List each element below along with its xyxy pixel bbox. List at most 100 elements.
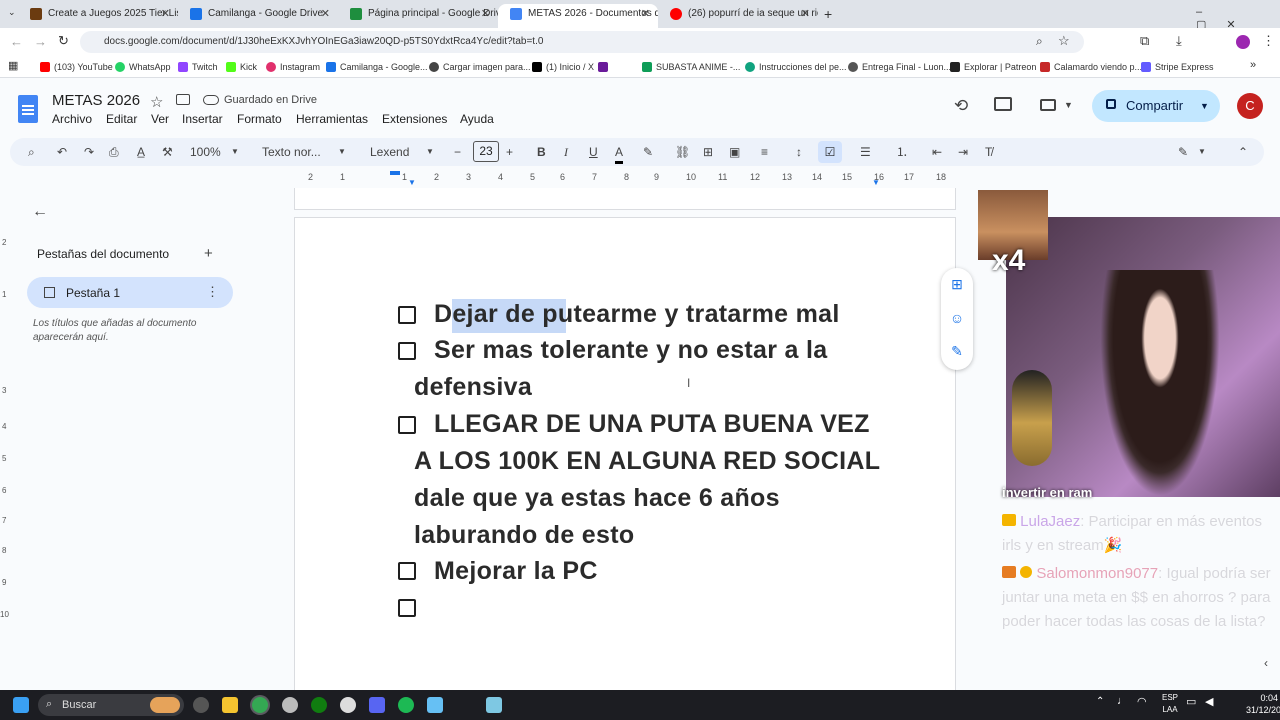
taskbar-app-icon[interactable] — [193, 697, 209, 713]
bullet-list-icon[interactable]: ☰ — [860, 143, 871, 161]
checklist-icon[interactable]: ☑ — [818, 141, 842, 163]
url-field[interactable]: docs.google.com/document/d/1J30heExKXJvh… — [80, 31, 1084, 53]
horizontal-ruler[interactable]: 2 1 1 2 3 4 5 6 7 8 9 10 11 12 13 14 15 … — [294, 171, 956, 188]
bookmark-kick[interactable]: Kick — [226, 59, 257, 75]
bookmark-x[interactable]: (1) Inicio / X — [532, 59, 594, 75]
close-tab-icon[interactable]: ✕ — [481, 4, 490, 24]
tab-drive-home[interactable]: Página principal - Google Drive ✕ — [338, 4, 498, 28]
increase-indent-icon[interactable]: ⇥ — [958, 143, 968, 161]
vertical-ruler[interactable]: 2 1 3 4 5 6 7 8 9 10 — [0, 190, 12, 690]
document-title[interactable]: METAS 2026 — [52, 92, 140, 109]
menu-herramientas[interactable]: Herramientas — [296, 112, 368, 126]
bookmark-instrucciones[interactable]: Instrucciones del pe... — [745, 59, 847, 75]
meet-icon[interactable] — [1040, 99, 1056, 111]
back-icon[interactable]: ← — [10, 34, 23, 49]
undo-icon[interactable]: ↶ — [57, 143, 67, 161]
bookmark-twitch[interactable]: Twitch — [178, 59, 218, 75]
style-select[interactable]: Texto nor... — [262, 143, 321, 161]
bookmark-instagram[interactable]: Instagram — [266, 59, 320, 75]
collapse-toolbar-icon[interactable]: ⌃ — [1238, 143, 1248, 161]
line-spacing-icon[interactable]: ↕ — [796, 143, 802, 161]
volume-tray-icon[interactable]: ◀ — [1205, 695, 1213, 708]
bookmark-calamardo[interactable]: Calamardo viendo p... — [1040, 59, 1142, 75]
add-comment-icon[interactable]: ⊞ — [948, 275, 966, 293]
apps-grid-icon[interactable]: ▦ — [8, 59, 18, 72]
text-color-icon[interactable]: A — [615, 143, 624, 164]
link-icon[interactable]: ⛓ — [675, 143, 690, 161]
menu-ver[interactable]: Ver — [151, 112, 169, 126]
back-arrow-icon[interactable]: ← — [32, 203, 48, 221]
spellcheck-icon[interactable]: A̲ — [137, 143, 145, 161]
xbox-icon[interactable] — [311, 697, 327, 713]
close-tab-icon[interactable]: ✕ — [801, 4, 810, 24]
checklist-item[interactable]: Ser mas tolerante y no estar a la defens… — [414, 332, 884, 406]
wifi-tray-icon[interactable]: ◠ — [1137, 695, 1147, 708]
menu-formato[interactable]: Formato — [237, 112, 282, 126]
chevron-down-icon[interactable]: ▼ — [1064, 100, 1073, 110]
taskbar-widget-icon[interactable] — [150, 697, 180, 713]
new-tab-icon[interactable]: + — [824, 6, 832, 22]
download-icon[interactable]: ⤓ — [1176, 33, 1182, 49]
steam-icon[interactable] — [427, 697, 443, 713]
side-panel-toggle-icon[interactable]: ‹ — [1264, 656, 1268, 670]
menu-insertar[interactable]: Insertar — [182, 112, 223, 126]
clear-formatting-icon[interactable]: T̸ — [985, 143, 992, 161]
chrome-icon[interactable] — [252, 697, 268, 713]
editing-mode-icon[interactable]: ✎ — [1178, 143, 1188, 161]
tab-tier-list[interactable]: Create a Juegos 2025 Tier List - ✕ — [18, 4, 178, 28]
browser-menu-icon[interactable]: ⋮ — [1262, 33, 1275, 49]
notepad-icon[interactable] — [486, 697, 502, 713]
checklist-item[interactable]: LLEGAR DE UNA PUTA BUENA VEZ A LOS 100K … — [414, 406, 884, 554]
redo-icon[interactable]: ↷ — [84, 143, 94, 161]
add-tab-icon[interactable]: + — [204, 245, 213, 262]
avatar[interactable]: C — [1237, 93, 1263, 119]
menu-ayuda[interactable]: Ayuda — [460, 112, 494, 126]
suggest-edit-icon[interactable]: ✎ — [948, 342, 966, 360]
settings-icon[interactable] — [282, 697, 298, 713]
zoom-icon[interactable]: ⌕ — [1036, 34, 1043, 49]
tab-youtube[interactable]: (26) popurrí de ia seque un rio ✕ — [658, 4, 818, 28]
bookmark-cargar-imagen[interactable]: Cargar imagen para... — [429, 59, 531, 75]
obs-icon[interactable] — [340, 697, 356, 713]
forward-icon[interactable]: → — [34, 34, 47, 49]
print-icon[interactable]: ⎙ — [109, 143, 119, 161]
paint-format-icon[interactable]: ⚒ — [162, 143, 173, 161]
tray-overflow-icon[interactable]: ⌃ — [1096, 696, 1104, 707]
emoji-reaction-icon[interactable]: ☺ — [948, 309, 966, 327]
language-indicator[interactable]: ESP LAA — [1160, 692, 1180, 716]
indent-marker-icon[interactable]: ▼ — [408, 178, 416, 187]
comments-icon[interactable] — [994, 97, 1012, 111]
indent-marker-icon[interactable] — [390, 171, 400, 175]
decrease-font-icon[interactable]: − — [454, 143, 461, 161]
share-dropdown-icon[interactable]: ▼ — [1200, 101, 1209, 111]
italic-icon[interactable]: I — [564, 143, 568, 161]
align-icon[interactable]: ≡ — [761, 143, 768, 161]
chevron-down-icon[interactable]: ▼ — [426, 143, 434, 161]
more-bookmarks-icon[interactable]: » — [1250, 59, 1256, 71]
bookmark-star-icon[interactable]: ☆ — [1058, 33, 1070, 49]
font-select[interactable]: Lexend — [370, 143, 409, 161]
checklist-item[interactable] — [414, 589, 884, 626]
history-icon[interactable]: ⟲ — [954, 96, 968, 116]
profile-icon[interactable] — [1236, 35, 1250, 49]
network-tray-icon[interactable]: ▭ — [1186, 695, 1196, 708]
decrease-indent-icon[interactable]: ⇤ — [932, 143, 942, 161]
star-icon[interactable]: ☆ — [150, 93, 163, 111]
right-margin-marker-icon[interactable]: ▼ — [872, 178, 880, 187]
move-folder-icon[interactable] — [176, 94, 190, 105]
highlight-icon[interactable]: ✎ — [643, 143, 653, 161]
underline-icon[interactable]: U — [589, 143, 598, 161]
checklist-item[interactable]: Dejar de putearme y tratarme mal — [414, 296, 884, 333]
bookmark-youtube[interactable]: (103) YouTube — [40, 59, 113, 75]
mic-tray-icon[interactable]: ♩ — [1117, 695, 1128, 707]
bookmark-subasta[interactable]: SUBASTA ANIME -... — [642, 59, 740, 75]
extensions-icon[interactable]: ⧉ — [1140, 33, 1149, 49]
bold-icon[interactable]: B — [537, 143, 546, 161]
reload-icon[interactable]: ↻ — [58, 33, 69, 49]
taskbar-clock[interactable]: 0:04 31/12/2025 — [1246, 692, 1280, 716]
bookmark-stripe[interactable]: Stripe Express — [1141, 59, 1214, 75]
chevron-down-icon[interactable]: ▼ — [1198, 143, 1206, 161]
increase-font-icon[interactable]: + — [506, 143, 513, 161]
bookmark-entrega-final[interactable]: Entrega Final - Luon... — [848, 59, 951, 75]
bookmark-camilanga[interactable]: Camilanga - Google... — [326, 59, 428, 75]
